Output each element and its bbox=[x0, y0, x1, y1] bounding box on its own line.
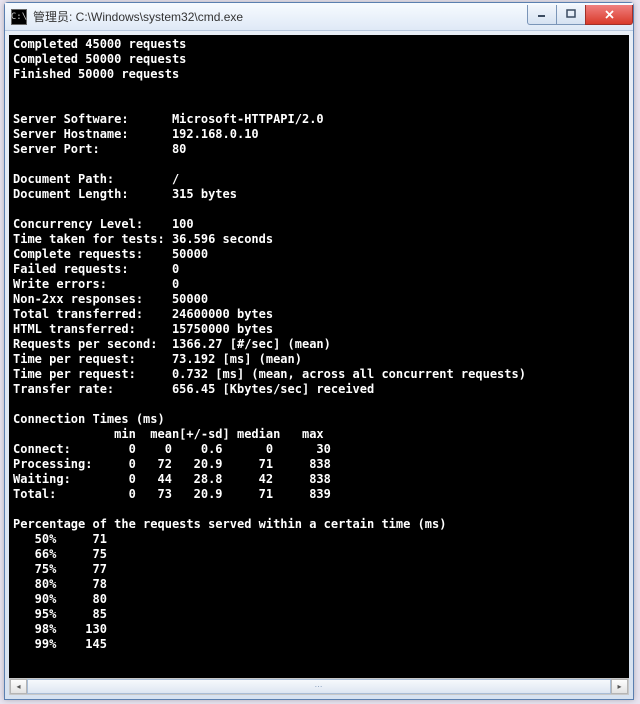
minimize-icon bbox=[537, 9, 547, 19]
scroll-thumb[interactable]: ⋯ bbox=[27, 679, 611, 694]
scroll-right-button[interactable]: ▸ bbox=[611, 679, 628, 694]
close-icon bbox=[604, 9, 615, 20]
maximize-icon bbox=[566, 9, 576, 19]
minimize-button[interactable] bbox=[527, 5, 557, 25]
window-title: 管理员: C:\Windows\system32\cmd.exe bbox=[33, 8, 528, 25]
cmd-icon: C:\ bbox=[11, 9, 27, 25]
titlebar[interactable]: C:\ 管理员: C:\Windows\system32\cmd.exe bbox=[5, 3, 633, 31]
window-controls bbox=[528, 5, 633, 25]
console-output: Completed 45000 requests Completed 50000… bbox=[9, 35, 629, 654]
horizontal-scrollbar[interactable]: ◂ ⋯ ▸ bbox=[9, 678, 629, 695]
close-button[interactable] bbox=[585, 5, 633, 25]
scroll-track[interactable]: ⋯ bbox=[27, 679, 611, 694]
scroll-left-button[interactable]: ◂ bbox=[10, 679, 27, 694]
maximize-button[interactable] bbox=[556, 5, 586, 25]
console-area[interactable]: Completed 45000 requests Completed 50000… bbox=[9, 35, 629, 695]
cmd-window: C:\ 管理员: C:\Windows\system32\cmd.exe Com… bbox=[4, 2, 634, 700]
